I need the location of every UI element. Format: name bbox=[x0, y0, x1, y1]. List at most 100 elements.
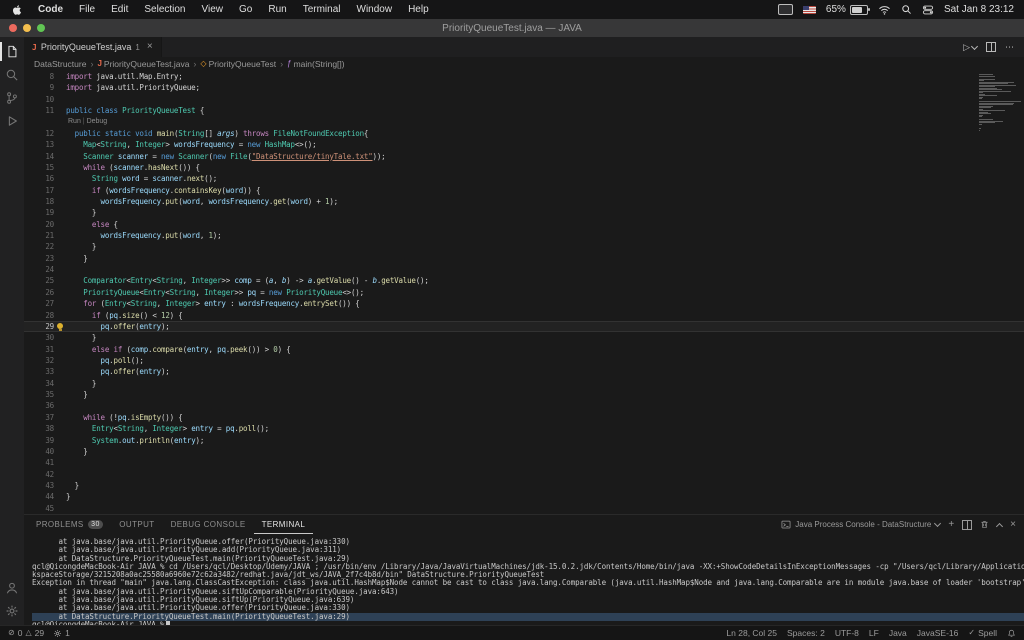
line-number[interactable]: 33 bbox=[24, 366, 54, 377]
code-line-23[interactable]: 23 } bbox=[24, 253, 1024, 264]
panel-tab-problems[interactable]: PROBLEMS30 bbox=[28, 515, 111, 534]
lightbulb-icon[interactable] bbox=[57, 323, 63, 329]
menu-file[interactable]: File bbox=[71, 4, 103, 15]
line-number[interactable]: 20 bbox=[24, 219, 54, 230]
menu-view[interactable]: View bbox=[194, 4, 232, 15]
code-line-9[interactable]: 9import java.util.PriorityQueue; bbox=[24, 82, 1024, 93]
code-line-38[interactable]: 38 Entry<String, Integer> entry = pq.pol… bbox=[24, 423, 1024, 434]
line-number[interactable]: 28 bbox=[24, 310, 54, 321]
line-number[interactable]: 11 bbox=[24, 105, 54, 116]
kill-terminal-icon[interactable] bbox=[980, 520, 989, 529]
close-tab-icon[interactable]: × bbox=[147, 42, 153, 52]
line-number[interactable]: 44 bbox=[24, 491, 54, 502]
panel-tab-output[interactable]: OUTPUT bbox=[111, 515, 162, 534]
code-line-30[interactable]: 30 } bbox=[24, 332, 1024, 343]
code-line-16[interactable]: 16 String word = scanner.next(); bbox=[24, 173, 1024, 184]
ports-status[interactable]: 1 bbox=[53, 628, 70, 638]
code-line-15[interactable]: 15 while (scanner.hasNext()) { bbox=[24, 162, 1024, 173]
line-number[interactable]: 23 bbox=[24, 253, 54, 264]
status-indentation[interactable]: Spaces: 2 bbox=[787, 628, 825, 638]
line-number[interactable]: 39 bbox=[24, 435, 54, 446]
menu-edit[interactable]: Edit bbox=[103, 4, 136, 15]
line-number[interactable]: 12 bbox=[24, 128, 54, 139]
status-spell-checker[interactable]: ✓Spell bbox=[968, 628, 997, 638]
minimize-window-button[interactable] bbox=[23, 24, 31, 32]
split-terminal-icon[interactable] bbox=[962, 520, 972, 530]
problems-status[interactable]: ⊘ 0 △ 29 bbox=[8, 628, 44, 638]
line-number[interactable]: 37 bbox=[24, 412, 54, 423]
panel-tab-debug-console[interactable]: DEBUG CONSOLE bbox=[163, 515, 254, 534]
code-lens[interactable]: Run | Debug bbox=[24, 116, 1024, 127]
status-cursor-position[interactable]: Ln 28, Col 25 bbox=[726, 628, 777, 638]
split-editor-icon[interactable] bbox=[986, 42, 996, 52]
menu-code[interactable]: Code bbox=[30, 4, 71, 15]
menu-bar-clock[interactable]: Sat Jan 8 23:12 bbox=[944, 4, 1014, 15]
code-line-20[interactable]: 20 else { bbox=[24, 219, 1024, 230]
breadcrumb-item[interactable]: ƒmain(String[]) bbox=[287, 59, 344, 69]
line-number[interactable]: 26 bbox=[24, 287, 54, 298]
code-line-34[interactable]: 34 } bbox=[24, 378, 1024, 389]
code-line-10[interactable]: 10 bbox=[24, 94, 1024, 105]
new-terminal-icon[interactable]: + bbox=[948, 519, 954, 530]
line-number[interactable]: 16 bbox=[24, 173, 54, 184]
status-encoding[interactable]: UTF-8 bbox=[835, 628, 859, 638]
line-number[interactable]: 34 bbox=[24, 378, 54, 389]
code-line-28[interactable]: 28 if (pq.size() < 12) { bbox=[24, 310, 1024, 321]
line-number[interactable]: 15 bbox=[24, 162, 54, 173]
panel-tab-terminal[interactable]: TERMINAL bbox=[254, 515, 314, 534]
code-line-24[interactable]: 24 bbox=[24, 264, 1024, 275]
search-sidebar-icon[interactable] bbox=[0, 63, 24, 86]
line-number[interactable]: 27 bbox=[24, 298, 54, 309]
line-number[interactable]: 32 bbox=[24, 355, 54, 366]
code-line-39[interactable]: 39 System.out.println(entry); bbox=[24, 435, 1024, 446]
apple-menu-icon[interactable] bbox=[10, 4, 30, 16]
notifications-bell-icon[interactable] bbox=[1007, 629, 1016, 638]
line-number[interactable]: 31 bbox=[24, 344, 54, 355]
menu-help[interactable]: Help bbox=[400, 4, 437, 15]
code-line-22[interactable]: 22 } bbox=[24, 241, 1024, 252]
line-number[interactable]: 36 bbox=[24, 400, 54, 411]
wifi-icon[interactable] bbox=[878, 5, 891, 15]
line-number[interactable]: 38 bbox=[24, 423, 54, 434]
code-line-19[interactable]: 19 } bbox=[24, 207, 1024, 218]
status-java-runtime[interactable]: JavaSE-16 bbox=[917, 628, 959, 638]
code-line-35[interactable]: 35 } bbox=[24, 389, 1024, 400]
code-line-11[interactable]: 11public class PriorityQueueTest { bbox=[24, 105, 1024, 116]
code-line-33[interactable]: 33 pq.offer(entry); bbox=[24, 366, 1024, 377]
code-line-45[interactable]: 45 bbox=[24, 503, 1024, 514]
code-line-21[interactable]: 21 wordsFrequency.put(word, 1); bbox=[24, 230, 1024, 241]
line-number[interactable]: 24 bbox=[24, 264, 54, 275]
maximize-window-button[interactable] bbox=[37, 24, 45, 32]
run-java-button[interactable]: ▷ bbox=[963, 42, 977, 53]
line-number[interactable]: 9 bbox=[24, 82, 54, 93]
editor-tab[interactable]: J PriorityQueueTest.java 1 × bbox=[24, 37, 162, 57]
breadcrumb-item[interactable]: JPriorityQueueTest.java bbox=[97, 59, 189, 69]
code-line-41[interactable]: 41 bbox=[24, 457, 1024, 468]
keyboard-layout-flag-icon[interactable] bbox=[803, 6, 816, 14]
code-line-42[interactable]: 42 bbox=[24, 469, 1024, 480]
window-title-bar[interactable]: PriorityQueueTest.java — JAVA bbox=[0, 19, 1024, 37]
line-number[interactable]: 35 bbox=[24, 389, 54, 400]
code-line-43[interactable]: 43 } bbox=[24, 480, 1024, 491]
breadcrumb-item[interactable]: ◇PriorityQueueTest bbox=[200, 59, 276, 69]
line-number[interactable]: 40 bbox=[24, 446, 54, 457]
code-line-37[interactable]: 37 while (!pq.isEmpty()) { bbox=[24, 412, 1024, 423]
code-editor[interactable]: 8import java.util.Map.Entry;9import java… bbox=[24, 71, 1024, 514]
line-number[interactable]: 45 bbox=[24, 503, 54, 514]
close-panel-icon[interactable]: × bbox=[1010, 519, 1016, 530]
menu-go[interactable]: Go bbox=[231, 4, 260, 15]
line-number[interactable]: 41 bbox=[24, 457, 54, 468]
line-number[interactable]: 43 bbox=[24, 480, 54, 491]
line-number[interactable]: 10 bbox=[24, 94, 54, 105]
code-line-26[interactable]: 26 PriorityQueue<Entry<String, Integer>>… bbox=[24, 287, 1024, 298]
run-code-lens[interactable]: Run bbox=[68, 118, 81, 125]
minimap[interactable] bbox=[976, 71, 1022, 514]
line-number[interactable]: 42 bbox=[24, 469, 54, 480]
line-number[interactable]: 29 bbox=[24, 321, 54, 332]
line-number[interactable]: 22 bbox=[24, 241, 54, 252]
code-line-27[interactable]: 27 for (Entry<String, Integer> entry : w… bbox=[24, 298, 1024, 309]
line-number[interactable]: 21 bbox=[24, 230, 54, 241]
explorer-icon[interactable] bbox=[0, 40, 24, 63]
status-eol[interactable]: LF bbox=[869, 628, 879, 638]
run-and-debug-icon[interactable] bbox=[0, 109, 24, 132]
